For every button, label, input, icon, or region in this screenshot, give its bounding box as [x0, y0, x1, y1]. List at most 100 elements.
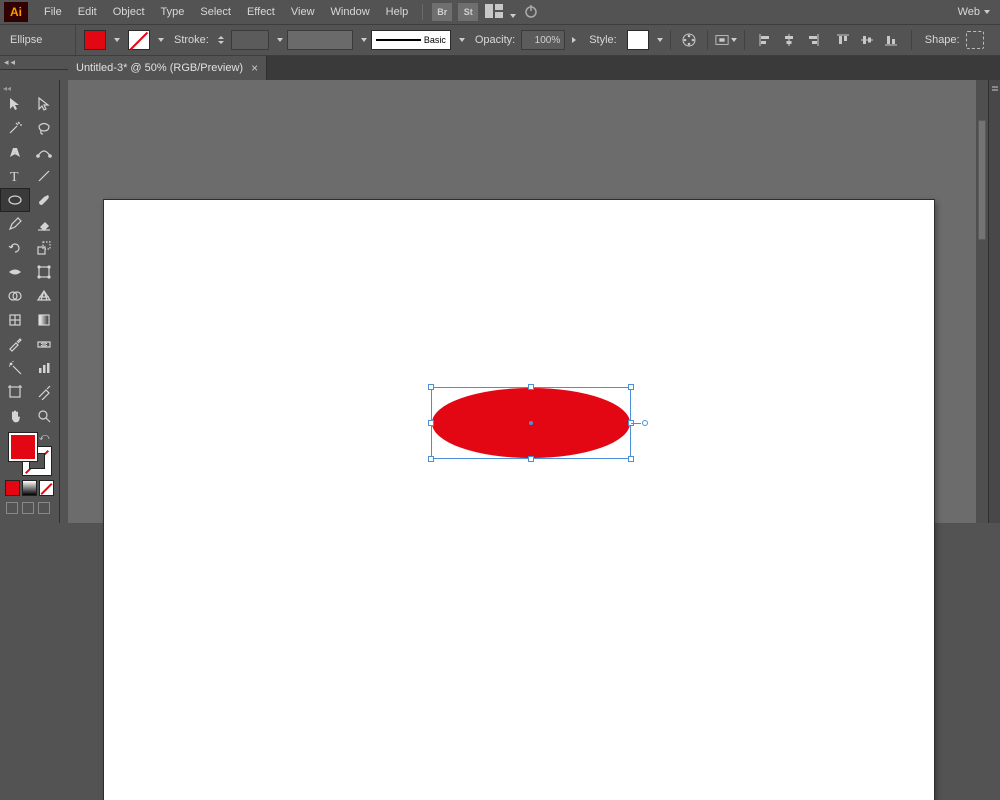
menu-effect[interactable]: Effect — [239, 6, 283, 18]
right-panel-dock[interactable] — [988, 80, 1000, 523]
handle-bottom-left[interactable] — [428, 456, 434, 462]
mesh-tool[interactable] — [0, 308, 30, 332]
brush-label: Basic — [424, 35, 446, 45]
eyedropper-tool[interactable] — [0, 332, 30, 356]
width-tool[interactable] — [0, 260, 30, 284]
stroke-weight-field[interactable] — [231, 30, 269, 50]
stroke-weight-stepper[interactable] — [215, 30, 227, 50]
fill-color-icon[interactable] — [8, 432, 38, 462]
color-mode-none[interactable] — [39, 480, 54, 496]
rotate-handle[interactable] — [642, 420, 648, 426]
document-tab-title: Untitled-3* @ 50% (RGB/Preview) — [76, 62, 243, 74]
recolor-artwork-icon[interactable] — [678, 29, 700, 51]
blend-tool[interactable] — [30, 332, 60, 356]
swap-fill-stroke-icon[interactable]: ⤺ — [39, 432, 50, 443]
magic-wand-tool[interactable] — [0, 116, 30, 140]
lasso-tool[interactable] — [30, 116, 60, 140]
align-left-icon[interactable] — [754, 29, 776, 51]
column-graph-tool[interactable] — [30, 356, 60, 380]
fill-dropdown[interactable] — [110, 38, 120, 42]
menu-view[interactable]: View — [283, 6, 323, 18]
menu-edit[interactable]: Edit — [70, 6, 105, 18]
paintbrush-tool[interactable] — [30, 188, 59, 212]
shape-properties-icon[interactable] — [966, 31, 984, 49]
color-mode-solid[interactable] — [5, 480, 20, 496]
app-logo: Ai — [4, 2, 28, 22]
align-vertical-group — [832, 29, 902, 51]
brush-dropdown[interactable] — [455, 38, 465, 42]
handle-top-right[interactable] — [628, 384, 634, 390]
draw-behind-icon[interactable] — [22, 502, 34, 514]
menu-object[interactable]: Object — [105, 6, 153, 18]
ellipse-tool[interactable] — [0, 188, 30, 212]
scrollbar-thumb[interactable] — [978, 120, 986, 240]
handle-bottom-mid[interactable] — [528, 456, 534, 462]
document-tab[interactable]: Untitled-3* @ 50% (RGB/Preview) × — [68, 56, 267, 80]
graphic-style-swatch[interactable] — [627, 30, 649, 50]
align-bottom-icon[interactable] — [880, 29, 902, 51]
shape-builder-tool[interactable] — [0, 284, 30, 308]
style-dropdown[interactable] — [653, 38, 663, 42]
rotate-tool[interactable] — [0, 236, 30, 260]
draw-normal-icon[interactable] — [6, 502, 18, 514]
vertical-scrollbar[interactable] — [976, 80, 988, 523]
workspace-switcher[interactable]: Web — [952, 6, 996, 18]
fill-stroke-control[interactable]: ⤺ — [8, 432, 52, 476]
pen-tool[interactable] — [0, 140, 30, 164]
align-vcenter-icon[interactable] — [856, 29, 878, 51]
stroke-dropdown[interactable] — [154, 38, 164, 42]
slice-tool[interactable] — [30, 380, 60, 404]
align-top-icon[interactable] — [832, 29, 854, 51]
align-right-icon[interactable] — [802, 29, 824, 51]
toolbox-grip[interactable]: ◂◂ — [0, 84, 59, 92]
eraser-tool[interactable] — [30, 212, 60, 236]
selection-bounding-box[interactable] — [431, 387, 631, 459]
draw-inside-icon[interactable] — [38, 502, 50, 514]
align-to-icon[interactable] — [715, 29, 737, 51]
type-tool[interactable]: T — [0, 164, 30, 188]
handle-top-mid[interactable] — [528, 384, 534, 390]
separator — [911, 30, 912, 50]
menu-help[interactable]: Help — [378, 6, 417, 18]
handle-top-left[interactable] — [428, 384, 434, 390]
scale-tool[interactable] — [30, 236, 60, 260]
stock-button[interactable]: St — [458, 3, 478, 21]
selection-tool[interactable] — [0, 92, 30, 116]
stroke-weight-dropdown[interactable] — [273, 38, 283, 42]
opacity-field[interactable]: 100% — [521, 30, 565, 50]
selection-center-icon — [529, 421, 533, 425]
canvas-area[interactable] — [68, 80, 988, 523]
artboard[interactable] — [104, 200, 934, 800]
handle-bottom-right[interactable] — [628, 456, 634, 462]
line-segment-tool[interactable] — [30, 164, 60, 188]
variable-width-dropdown[interactable] — [357, 38, 367, 42]
free-transform-tool[interactable] — [30, 260, 60, 284]
perspective-grid-tool[interactable] — [30, 284, 60, 308]
gpu-preview-icon[interactable] — [524, 4, 538, 21]
menu-window[interactable]: Window — [323, 6, 378, 18]
artboard-tool[interactable] — [0, 380, 30, 404]
align-hcenter-icon[interactable] — [778, 29, 800, 51]
pencil-tool[interactable] — [0, 212, 30, 236]
handle-mid-left[interactable] — [428, 420, 434, 426]
align-horizontal-group — [754, 29, 824, 51]
variable-width-profile[interactable] — [287, 30, 353, 50]
color-mode-gradient[interactable] — [22, 480, 37, 496]
bridge-button[interactable]: Br — [432, 3, 452, 21]
brush-definition[interactable]: Basic — [371, 30, 451, 50]
opacity-dropdown[interactable] — [569, 37, 579, 43]
menu-select[interactable]: Select — [192, 6, 239, 18]
direct-selection-tool[interactable] — [30, 92, 60, 116]
zoom-tool[interactable] — [30, 404, 60, 428]
curvature-tool[interactable] — [30, 140, 60, 164]
stroke-swatch[interactable] — [128, 30, 150, 50]
fill-swatch[interactable] — [84, 30, 106, 50]
hand-tool[interactable] — [0, 404, 30, 428]
menu-file[interactable]: File — [36, 6, 70, 18]
gradient-tool[interactable] — [30, 308, 60, 332]
toolbox-collapse-grip[interactable]: ◂◂ — [0, 56, 68, 70]
menu-type[interactable]: Type — [153, 6, 193, 18]
arrange-documents-icon[interactable] — [485, 4, 516, 21]
symbol-sprayer-tool[interactable] — [0, 356, 30, 380]
close-icon[interactable]: × — [251, 61, 258, 75]
